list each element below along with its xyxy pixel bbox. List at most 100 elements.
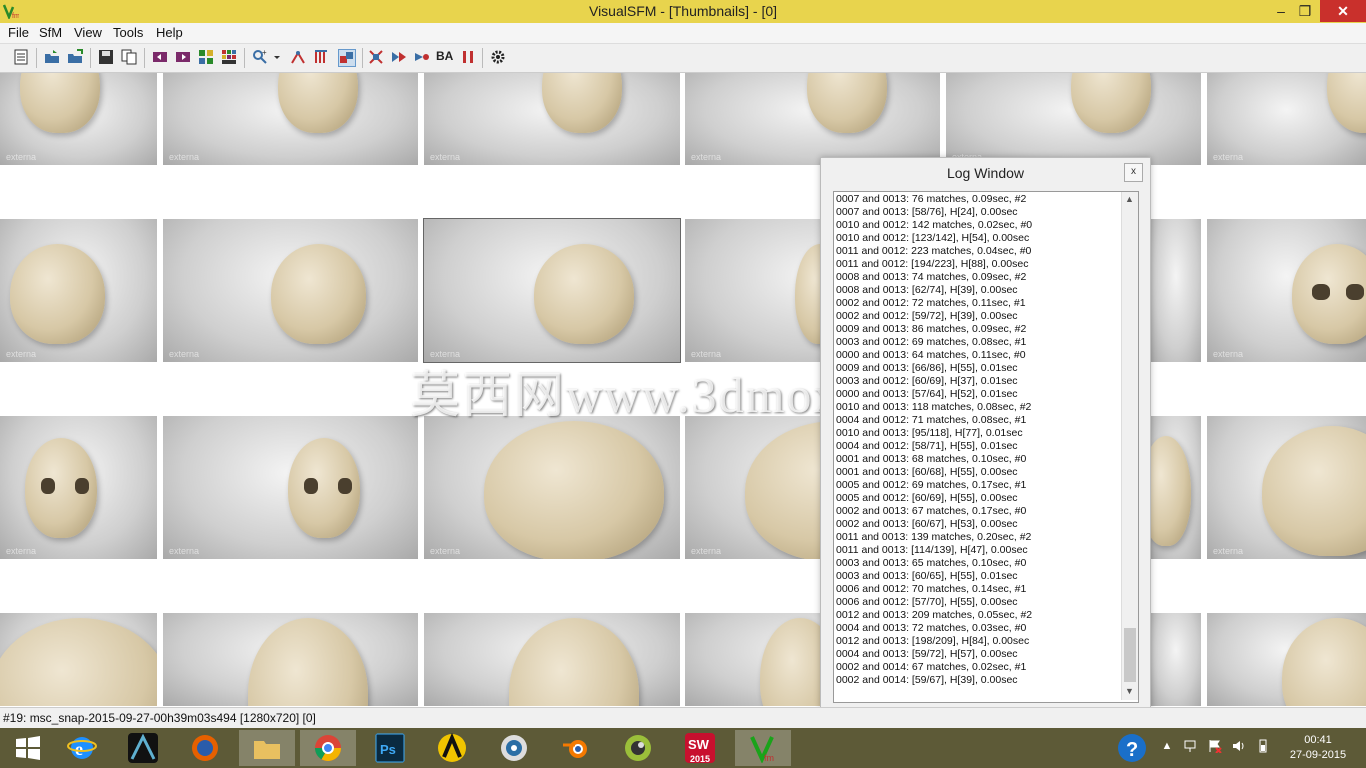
taskbar-3ds-max[interactable] bbox=[115, 730, 171, 766]
thumbnail-image[interactable] bbox=[0, 613, 157, 706]
log-line: 0004 and 0013: 72 matches, 0.03sec, #0 bbox=[836, 622, 1027, 634]
compute-matches-icon[interactable] bbox=[290, 49, 306, 65]
menu-file[interactable]: File bbox=[8, 25, 29, 40]
menu-sfm[interactable]: SfM bbox=[39, 25, 62, 40]
status-bar: #19: msc_snap-2015-09-27-00h39m03s494 [1… bbox=[0, 707, 1366, 728]
log-close-button[interactable]: x bbox=[1124, 163, 1143, 182]
log-line: 0011 and 0012: 223 matches, 0.04sec, #0 bbox=[836, 245, 1032, 257]
taskbar-photoshop[interactable]: Ps bbox=[362, 730, 418, 766]
thumbnail-watermark: externa bbox=[430, 152, 461, 162]
thumbnail-image[interactable]: externa bbox=[0, 73, 157, 165]
compute-missing-match-icon[interactable]: + bbox=[252, 49, 268, 65]
sparse-reconstruction-icon[interactable] bbox=[313, 49, 329, 65]
menu-help[interactable]: Help bbox=[156, 25, 183, 40]
scroll-up-icon[interactable]: ▲ bbox=[1125, 194, 1134, 204]
toolbar-separator bbox=[144, 48, 145, 68]
log-line: 0003 and 0012: 69 matches, 0.08sec, #1 bbox=[836, 336, 1027, 348]
log-text-area[interactable]: 0007 and 0013: 76 matches, 0.09sec, #2 00… bbox=[833, 191, 1139, 703]
taskbar-firefox[interactable] bbox=[177, 730, 233, 766]
taskbar-solidworks[interactable]: SW 2015 bbox=[672, 730, 728, 766]
taskbar-blender[interactable] bbox=[548, 730, 604, 766]
taskbar-zbrush[interactable] bbox=[610, 730, 666, 766]
thumbnail-image[interactable]: externa bbox=[163, 219, 418, 362]
thumbnail-image[interactable]: externa bbox=[424, 416, 680, 559]
log-line: 0004 and 0012: [58/71], H[55], 0.01sec bbox=[836, 440, 1018, 452]
thumbnail-watermark: externa bbox=[691, 546, 722, 556]
thumbnail-grid-icon[interactable] bbox=[198, 49, 214, 65]
log-line: 0008 and 0013: 74 matches, 0.09sec, #2 bbox=[836, 271, 1027, 283]
thumbnail-image[interactable] bbox=[1151, 219, 1201, 362]
thumbnail-image[interactable] bbox=[1151, 613, 1201, 706]
thumbnail-image[interactable] bbox=[1151, 416, 1201, 559]
scrollbar-thumb[interactable] bbox=[1124, 628, 1136, 682]
log-line: 0010 and 0012: [123/142], H[54], 0.00sec bbox=[836, 232, 1030, 244]
thumbnail-image[interactable]: externa bbox=[685, 73, 940, 165]
fit-view-icon[interactable] bbox=[368, 49, 384, 65]
thumbnail-image[interactable]: externa bbox=[163, 416, 418, 559]
prev-image-icon[interactable] bbox=[152, 49, 168, 65]
thumbnail-image[interactable]: externa bbox=[163, 73, 418, 165]
taskbar-chrome[interactable] bbox=[300, 730, 356, 766]
thumbnail-image[interactable] bbox=[1207, 613, 1366, 706]
photoshop-icon: Ps bbox=[375, 733, 405, 763]
thumbnail-image[interactable]: externa bbox=[1207, 73, 1366, 165]
log-line: 0012 and 0013: [198/209], H[84], 0.00sec bbox=[836, 635, 1030, 647]
menu-tools[interactable]: Tools bbox=[113, 25, 143, 40]
log-scrollbar[interactable]: ▲ ▼ bbox=[1121, 192, 1138, 700]
menu-view[interactable]: View bbox=[74, 25, 102, 40]
log-line: 0007 and 0013: 76 matches, 0.09sec, #2 bbox=[836, 193, 1027, 205]
speaker-icon[interactable] bbox=[1232, 739, 1246, 753]
log-line: 0002 and 0014: 67 matches, 0.02sec, #1 bbox=[836, 661, 1027, 673]
color-grid-icon[interactable] bbox=[221, 49, 237, 65]
thumbnail-image[interactable]: externa bbox=[1207, 219, 1366, 362]
network-icon[interactable] bbox=[1183, 739, 1197, 753]
taskbar-file-explorer[interactable] bbox=[239, 730, 295, 766]
thumbnail-image-selected[interactable]: externa bbox=[423, 218, 681, 363]
open-match-icon[interactable] bbox=[67, 49, 83, 65]
save-icon[interactable] bbox=[98, 49, 114, 65]
thumbnail-image[interactable]: externa bbox=[0, 219, 157, 362]
taskbar-autodesk-app[interactable] bbox=[424, 730, 480, 766]
thumbnail-image[interactable]: externa bbox=[0, 416, 157, 559]
log-line: 0002 and 0012: [59/72], H[39], 0.00sec bbox=[836, 310, 1018, 322]
log-line: 0002 and 0014: [59/67], H[39], 0.00sec bbox=[836, 674, 1018, 686]
gear-icon[interactable] bbox=[490, 49, 506, 65]
power-icon[interactable] bbox=[1256, 739, 1270, 753]
open-images-icon[interactable] bbox=[44, 49, 60, 65]
thumbnail-image[interactable]: externa bbox=[1207, 416, 1366, 559]
chevron-down-icon[interactable] bbox=[272, 49, 282, 65]
log-line: 0000 and 0013: [57/64], H[52], 0.01sec bbox=[836, 388, 1018, 400]
taskbar-internet-explorer[interactable]: e bbox=[54, 730, 110, 766]
blender-icon bbox=[563, 740, 587, 758]
pause-icon[interactable] bbox=[460, 49, 476, 65]
aperture-icon bbox=[501, 735, 527, 761]
close-button[interactable]: ✕ bbox=[1320, 0, 1366, 22]
reconstruct-icon[interactable] bbox=[414, 49, 430, 65]
log-window-icon[interactable] bbox=[13, 49, 29, 65]
thumbnail-image[interactable] bbox=[163, 613, 418, 706]
log-line: 0005 and 0012: 69 matches, 0.17sec, #1 bbox=[836, 479, 1027, 491]
copy-icon[interactable] bbox=[121, 49, 137, 65]
thumbnail-image[interactable]: externa bbox=[424, 73, 680, 165]
flag-alert-icon[interactable] bbox=[1208, 739, 1222, 753]
maximize-button[interactable]: ❒ bbox=[1290, 0, 1320, 22]
chrome-icon bbox=[314, 735, 342, 762]
scroll-down-icon[interactable]: ▼ bbox=[1125, 686, 1134, 696]
thumbnail-image[interactable] bbox=[424, 613, 680, 706]
windows-start-button[interactable] bbox=[0, 730, 56, 766]
toolbar-separator bbox=[482, 48, 483, 68]
toggle-3d-view-icon[interactable] bbox=[338, 49, 356, 67]
taskbar-visualsfm[interactable]: fm bbox=[735, 730, 791, 766]
tray-expand-icon[interactable]: ▲ bbox=[1160, 739, 1174, 753]
next-image-icon[interactable] bbox=[175, 49, 191, 65]
taskbar-aperture-app[interactable] bbox=[486, 730, 542, 766]
system-clock[interactable]: 00:41 27-09-2015 bbox=[1282, 733, 1354, 763]
thumbnail-watermark: externa bbox=[6, 152, 37, 162]
play-forward-icon[interactable] bbox=[391, 49, 407, 65]
toolbar-separator bbox=[244, 48, 245, 68]
bundle-adjust-button[interactable]: BA bbox=[436, 49, 456, 65]
thumbnail-watermark: externa bbox=[169, 546, 200, 556]
help-icon[interactable]: ? bbox=[1116, 732, 1148, 764]
thumbnail-image[interactable]: externa bbox=[946, 73, 1201, 165]
toolbar-separator bbox=[362, 48, 363, 68]
